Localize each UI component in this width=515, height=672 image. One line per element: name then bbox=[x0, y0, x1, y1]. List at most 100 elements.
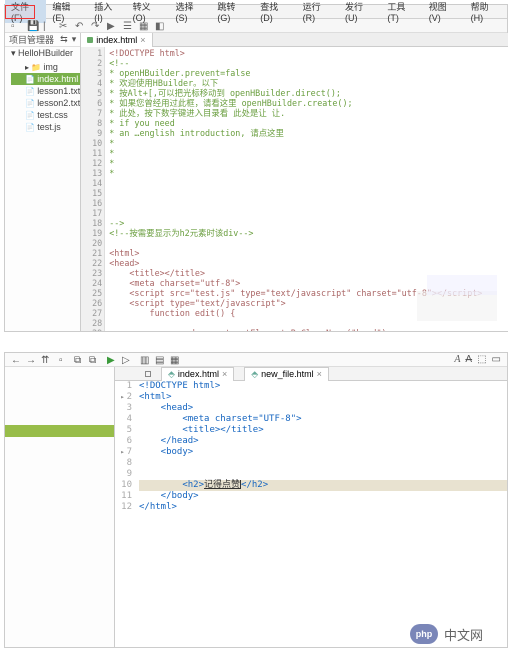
save-icon[interactable]: ⧉ bbox=[74, 355, 84, 365]
code-line[interactable] bbox=[109, 178, 507, 188]
font-format-b[interactable]: A bbox=[465, 354, 472, 365]
nav-fwd-icon[interactable]: → bbox=[26, 355, 36, 365]
tool-x2-icon[interactable]: ▦ bbox=[139, 21, 149, 31]
tool-x1-icon[interactable]: ☰ bbox=[123, 21, 133, 31]
tool-fwd-icon[interactable]: ↷ bbox=[91, 21, 101, 31]
code-line[interactable]: </html> bbox=[139, 502, 507, 513]
editor-tabs-2[interactable]: ⬘ index.html × ⬘ new_file.html × bbox=[115, 367, 507, 381]
code-line[interactable]: <body> bbox=[139, 447, 507, 458]
editor-tabs-1[interactable]: index.html × bbox=[81, 33, 507, 47]
code-line[interactable]: * an …english introduction, 请点这里 bbox=[109, 128, 507, 138]
sidebar-2[interactable] bbox=[5, 367, 115, 647]
font-format-c[interactable]: ⬚ bbox=[477, 354, 486, 365]
close-icon[interactable]: × bbox=[222, 367, 227, 381]
panel-menu-icon[interactable]: ▾ bbox=[72, 34, 77, 45]
tool-run-icon[interactable]: ▶ bbox=[107, 21, 117, 31]
save-all-icon[interactable]: ⧉ bbox=[89, 355, 99, 365]
code-line[interactable]: </body> bbox=[139, 491, 507, 502]
tab-index-html[interactable]: index.html × bbox=[81, 33, 152, 47]
close-icon[interactable]: × bbox=[317, 367, 322, 381]
code-line[interactable]: <title></title> bbox=[139, 425, 507, 436]
tree-file[interactable]: test.css bbox=[11, 109, 80, 121]
tree-file[interactable]: lesson1.txt bbox=[11, 85, 80, 97]
layout-icon-b[interactable]: ▤ bbox=[155, 355, 165, 365]
code-line[interactable]: <!DOCTYPE html> bbox=[109, 48, 507, 58]
code-line[interactable]: * bbox=[109, 138, 507, 148]
code-line[interactable]: <html> bbox=[109, 248, 507, 258]
code-line[interactable]: <html> bbox=[139, 392, 507, 403]
panel-link-icon[interactable]: ⇆ bbox=[60, 34, 68, 45]
new-file-icon[interactable]: ▫ bbox=[59, 355, 69, 365]
php-cn-watermark: php 中文网 bbox=[410, 624, 483, 644]
code-line[interactable]: * bbox=[109, 148, 507, 158]
code-line[interactable] bbox=[139, 469, 507, 480]
editor-area-2: ⬘ index.html × ⬘ new_file.html × 1234567… bbox=[115, 367, 507, 647]
code-line[interactable]: * if you need bbox=[109, 118, 507, 128]
code-line[interactable]: <h2>记得点赞</h2> bbox=[139, 480, 507, 491]
code-line[interactable]: <meta charset="UTF-8"> bbox=[139, 414, 507, 425]
project-root[interactable]: HelloHBuilder bbox=[5, 47, 80, 60]
menu-item[interactable]: 发行(U) bbox=[339, 0, 381, 23]
code-editor-2[interactable]: 123456789101112 <!DOCTYPE html><html> <h… bbox=[115, 381, 507, 647]
menu-item[interactable]: 查找(D) bbox=[254, 0, 296, 23]
tree-folder[interactable]: img bbox=[11, 61, 80, 73]
font-format-a[interactable]: A bbox=[454, 354, 460, 365]
tool-new-icon[interactable]: ▫ bbox=[11, 21, 21, 31]
menu-item[interactable]: 帮助(H) bbox=[465, 0, 507, 23]
close-icon[interactable]: × bbox=[140, 33, 145, 47]
code-line[interactable] bbox=[109, 238, 507, 248]
tool-cut-icon[interactable]: ✂ bbox=[59, 21, 69, 31]
code-line[interactable]: * bbox=[109, 158, 507, 168]
tree-file[interactable]: test.js bbox=[11, 121, 80, 133]
code-line[interactable]: <!-- bbox=[109, 58, 507, 68]
gutter-2: 123456789101112 bbox=[115, 381, 135, 647]
toolbar-2[interactable]: ← → ⇈ ▫ ⧉ ⧉ ▶ ▷ ▥ ▤ ▦ A A ⬚ ▭ bbox=[5, 353, 507, 367]
menu-item[interactable]: 视图(V) bbox=[423, 0, 465, 23]
tree-file[interactable]: lesson2.txt bbox=[11, 97, 80, 109]
code-line[interactable]: </head> bbox=[139, 436, 507, 447]
nav-up-icon[interactable]: ⇈ bbox=[41, 355, 51, 365]
tool-save-icon[interactable]: 💾 bbox=[27, 21, 37, 31]
code-line[interactable]: <!--按需要显示为h2元素时该div--> bbox=[109, 228, 507, 238]
tab-panel-icon[interactable] bbox=[145, 371, 151, 377]
tab2-index-html[interactable]: ⬘ index.html × bbox=[161, 367, 234, 381]
font-format-d[interactable]: ▭ bbox=[492, 354, 501, 365]
tool-x3-icon[interactable]: ◧ bbox=[155, 21, 165, 31]
code-line[interactable] bbox=[109, 198, 507, 208]
code-line[interactable] bbox=[109, 188, 507, 198]
code-line[interactable]: <head> bbox=[109, 258, 507, 268]
menu-bar[interactable]: 文件(F)编辑(E)插入(I)转义(O)选择(S)跳转(G)查找(D)运行(R)… bbox=[5, 5, 507, 19]
blurred-overlay-1 bbox=[417, 291, 497, 321]
code-line[interactable]: * bbox=[109, 168, 507, 178]
sidebar-selection[interactable] bbox=[5, 425, 114, 437]
nav-back-icon[interactable]: ← bbox=[11, 355, 21, 365]
code-line[interactable]: * 如果您曾经用过此框，请看这里 openHBuilder.create(); bbox=[109, 98, 507, 108]
layout-icon-a[interactable]: ▥ bbox=[140, 355, 150, 365]
code-line[interactable]: * 欢迎使用HBuilder。以下 bbox=[109, 78, 507, 88]
menu-item[interactable]: 选择(S) bbox=[170, 0, 212, 23]
code-line[interactable]: e = document.getElementsByClassName("hea… bbox=[109, 328, 507, 331]
stop-icon[interactable]: ▷ bbox=[122, 355, 132, 365]
source-2[interactable]: <!DOCTYPE html><html> <head> <meta chars… bbox=[135, 381, 507, 647]
layout-icon-c[interactable]: ▦ bbox=[170, 355, 180, 365]
code-line[interactable]: <!DOCTYPE html> bbox=[139, 381, 507, 392]
tool-back-icon[interactable]: ↶ bbox=[75, 21, 85, 31]
code-line[interactable]: * openHBuilder.prevent=false bbox=[109, 68, 507, 78]
code-line[interactable] bbox=[139, 458, 507, 469]
tab-file-icon: ⬘ bbox=[168, 367, 175, 381]
project-explorer-label: 项目管理器 bbox=[9, 33, 54, 46]
blurred-overlay-2 bbox=[427, 275, 497, 295]
menu-item[interactable]: 工具(T) bbox=[381, 0, 422, 23]
code-line[interactable]: <head> bbox=[139, 403, 507, 414]
run-icon[interactable]: ▶ bbox=[107, 355, 117, 365]
project-tree[interactable]: HelloHBuilder imgindex.htmllesson1.txtle… bbox=[5, 47, 80, 134]
code-line[interactable]: --> bbox=[109, 218, 507, 228]
code-line[interactable]: * 此处，按下数字键进入目录看 此处是让 让. bbox=[109, 108, 507, 118]
tab2-new-file[interactable]: ⬘ new_file.html × bbox=[244, 367, 329, 381]
code-line[interactable] bbox=[109, 208, 507, 218]
tab-file-icon: ⬘ bbox=[251, 367, 258, 381]
menu-item[interactable]: 跳转(G) bbox=[211, 0, 254, 23]
tree-file[interactable]: index.html bbox=[11, 73, 80, 85]
menu-item[interactable]: 运行(R) bbox=[297, 0, 339, 23]
code-line[interactable]: * 按Alt+[,可以把光标移动到 openHBuilder.direct(); bbox=[109, 88, 507, 98]
